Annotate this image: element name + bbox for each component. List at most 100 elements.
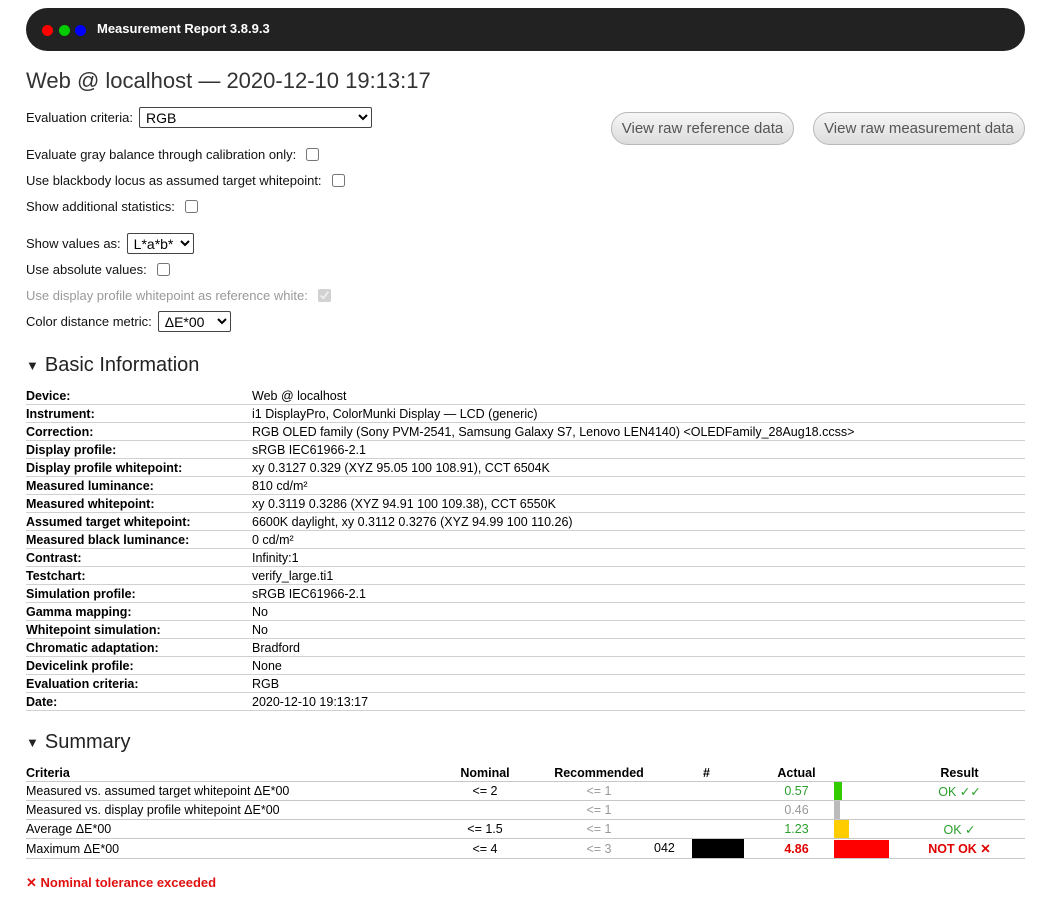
- color-metric-row: Color distance metric: ΔE*00: [26, 311, 231, 332]
- num-header: #: [654, 764, 759, 782]
- actual-cell: 4.86: [759, 838, 834, 859]
- blackbody-label: Use blackbody locus as assumed target wh…: [26, 173, 322, 188]
- bar-header: [834, 764, 894, 782]
- info-row: Evaluation criteria: RGB: [26, 674, 1025, 693]
- additional-stats-checkbox[interactable]: [184, 200, 198, 213]
- result-header: Result: [894, 764, 1025, 782]
- evaluation-criteria-select[interactable]: RGB: [138, 107, 372, 128]
- info-row: Measured luminance: 810 cd/m²: [26, 476, 1025, 495]
- blackbody-row: Use blackbody locus as assumed target wh…: [26, 173, 345, 188]
- info-value: sRGB IEC61966-2.1: [252, 440, 1025, 459]
- collapse-triangle-icon[interactable]: ▼: [26, 735, 39, 750]
- collapse-triangle-icon[interactable]: ▼: [26, 358, 39, 373]
- info-key: Devicelink profile:: [26, 656, 252, 675]
- display-profile-wp-checkbox: [317, 289, 331, 302]
- delta-bar: [834, 801, 840, 819]
- delta-bar: [834, 782, 842, 800]
- recommended-header: Recommended: [544, 764, 654, 782]
- tolerance-exceeded-note: ✕ Nominal tolerance exceeded: [26, 875, 217, 890]
- additional-stats-label: Show additional statistics:: [26, 199, 175, 214]
- summary-title: Summary: [44, 731, 131, 753]
- info-key: Measured black luminance:: [26, 530, 252, 549]
- nominal-cell: <= 4: [426, 838, 544, 859]
- info-row: Device: Web @ localhost: [26, 387, 1025, 405]
- actual-cell: 1.23: [759, 819, 834, 839]
- window-title: Measurement Report 3.8.9.3: [97, 21, 270, 36]
- info-value: sRGB IEC61966-2.1: [252, 584, 1025, 603]
- info-value: i1 DisplayPro, ColorMunki Display — LCD …: [252, 404, 1025, 423]
- recommended-cell: <= 3: [544, 838, 654, 859]
- info-key: Measured luminance:: [26, 476, 252, 495]
- nominal-cell: <= 1.5: [426, 819, 544, 839]
- blackbody-checkbox[interactable]: [331, 174, 345, 187]
- info-value: Web @ localhost: [252, 387, 1025, 405]
- summary-row: Average ΔE*00 <= 1.5 <= 1 1.23 OK ✓: [26, 819, 1025, 839]
- gray-balance-checkbox[interactable]: [306, 148, 320, 161]
- actual-header: Actual: [759, 764, 834, 782]
- display-profile-wp-label: Use display profile whitepoint as refere…: [26, 288, 308, 303]
- delta-bar: [834, 820, 849, 838]
- info-row: Display profile: sRGB IEC61966-2.1: [26, 440, 1025, 459]
- info-row: Instrument: i1 DisplayPro, ColorMunki Dis…: [26, 404, 1025, 423]
- show-values-row: Show values as: L*a*b*: [26, 233, 194, 254]
- gray-balance-row: Evaluate gray balance through calibratio…: [26, 147, 320, 162]
- info-key: Correction:: [26, 422, 252, 441]
- info-row: Measured whitepoint: xy 0.3119 0.3286 (XY…: [26, 494, 1025, 513]
- delta-bar-cell: [834, 781, 894, 801]
- criteria-cell: Average ΔE*00: [26, 819, 426, 839]
- info-row: Devicelink profile: None: [26, 656, 1025, 675]
- info-key: Chromatic adaptation:: [26, 638, 252, 657]
- evaluation-criteria-label: Evaluation criteria:: [26, 110, 133, 125]
- maximize-dot-icon[interactable]: [59, 25, 70, 36]
- basic-info-title: Basic Information: [44, 354, 200, 376]
- info-value: RGB: [252, 674, 1025, 693]
- info-key: Measured whitepoint:: [26, 494, 252, 513]
- view-raw-measurement-button[interactable]: View raw measurement data: [813, 112, 1025, 145]
- info-key: Gamma mapping:: [26, 602, 252, 621]
- recommended-cell: <= 1: [544, 819, 654, 839]
- info-key: Device:: [26, 387, 252, 405]
- result-cell: [894, 800, 1025, 820]
- summary-row: Maximum ΔE*00 <= 4 <= 3 042 4.86 NOT OK ✕: [26, 838, 1025, 859]
- minimize-dot-icon[interactable]: [75, 25, 86, 36]
- gray-balance-label: Evaluate gray balance through calibratio…: [26, 147, 297, 162]
- sample-cell: [654, 781, 759, 801]
- recommended-cell: <= 1: [544, 781, 654, 801]
- info-key: Display profile whitepoint:: [26, 458, 252, 477]
- absolute-values-checkbox[interactable]: [156, 263, 170, 276]
- delta-bar-cell: [834, 800, 894, 820]
- display-profile-wp-row: Use display profile whitepoint as refere…: [26, 288, 331, 303]
- view-raw-reference-button[interactable]: View raw reference data: [611, 112, 794, 145]
- absolute-values-label: Use absolute values:: [26, 262, 147, 277]
- absolute-values-row: Use absolute values:: [26, 262, 170, 277]
- reference-swatch: [692, 839, 718, 858]
- info-value: xy 0.3119 0.3286 (XYZ 94.91 100 109.38),…: [252, 494, 1025, 513]
- color-metric-select[interactable]: ΔE*00: [157, 311, 231, 332]
- criteria-cell: Maximum ΔE*00: [26, 838, 426, 859]
- info-key: Date:: [26, 692, 252, 711]
- summary-header[interactable]: ▼ Summary: [26, 731, 130, 754]
- info-value: No: [252, 602, 1025, 621]
- info-row: Chromatic adaptation: Bradford: [26, 638, 1025, 657]
- info-value: verify_large.ti1: [252, 566, 1025, 585]
- nominal-cell: <= 2: [426, 781, 544, 801]
- measured-swatch: [718, 839, 744, 858]
- evaluation-criteria-row: Evaluation criteria: RGB: [26, 107, 372, 128]
- summary-header-row: Criteria Nominal Recommended # Actual Re…: [26, 764, 1025, 782]
- criteria-header: Criteria: [26, 764, 426, 782]
- additional-stats-row: Show additional statistics:: [26, 199, 198, 214]
- info-row: Measured black luminance: 0 cd/m²: [26, 530, 1025, 549]
- info-key: Instrument:: [26, 404, 252, 423]
- show-values-select[interactable]: L*a*b*: [126, 233, 194, 254]
- info-row: Date: 2020-12-10 19:13:17: [26, 692, 1025, 711]
- delta-bar-cell: [834, 819, 894, 839]
- sample-cell: [654, 800, 759, 820]
- result-cell: OK ✓: [894, 819, 1025, 839]
- info-row: Assumed target whitepoint: 6600K daylight…: [26, 512, 1025, 531]
- basic-info-header[interactable]: ▼ Basic Information: [26, 354, 199, 377]
- delta-bar: [834, 839, 889, 858]
- close-dot-icon[interactable]: [42, 25, 53, 36]
- info-row: Whitepoint simulation: No: [26, 620, 1025, 639]
- summary-row: Measured vs. display profile whitepoint …: [26, 800, 1025, 820]
- basic-info-table: Device: Web @ localhost Instrument: i1 Disp…: [26, 387, 1025, 711]
